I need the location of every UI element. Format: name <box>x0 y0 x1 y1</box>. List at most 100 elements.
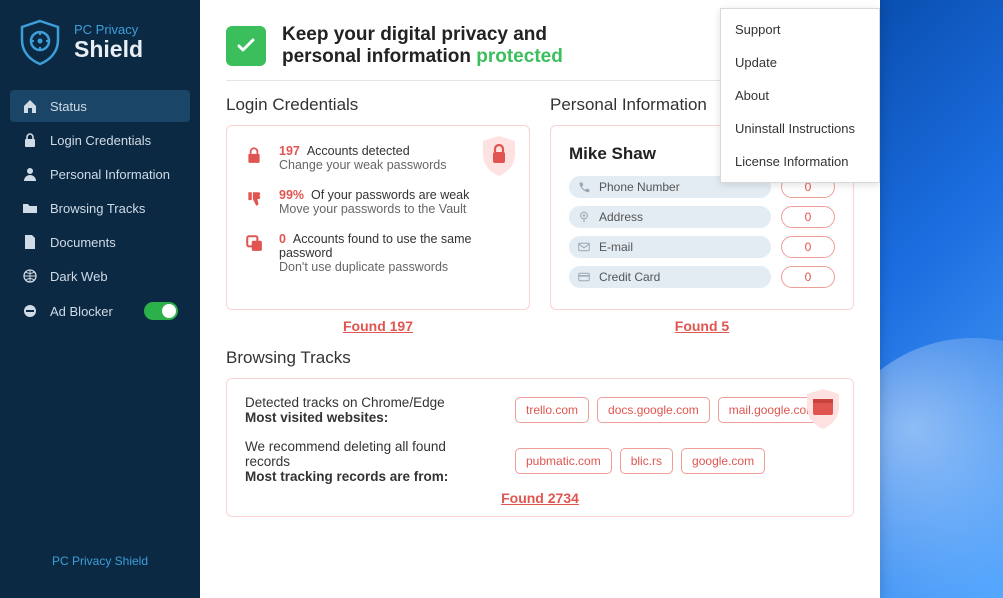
address-icon <box>577 210 591 224</box>
logo-text: PC Privacy Shield <box>74 23 143 61</box>
login-stat-text: 197 Accounts detected Change your weak p… <box>279 144 446 172</box>
personal-row-email: E-mail 0 <box>569 236 835 258</box>
ad-blocker-toggle[interactable] <box>144 302 178 320</box>
site-chip[interactable]: docs.google.com <box>597 397 710 423</box>
browsing-desc-line2: Most tracking records are from: <box>245 469 448 484</box>
personal-row-address: Address 0 <box>569 206 835 228</box>
browsing-row-visited: Detected tracks on Chrome/Edge Most visi… <box>245 395 835 425</box>
browsing-tracks-card: Detected tracks on Chrome/Edge Most visi… <box>226 378 854 517</box>
login-found-link[interactable]: Found 197 <box>226 318 530 334</box>
sidebar-item-personal-information[interactable]: Personal Information <box>10 158 190 190</box>
logo-line2: Shield <box>74 37 143 61</box>
login-stat-accounts: 197 Accounts detected Change your weak p… <box>245 144 511 172</box>
sidebar-item-status[interactable]: Status <box>10 90 190 122</box>
lock-shield-icon <box>479 134 519 178</box>
stat-count: 99% <box>279 188 304 202</box>
sidebar-item-label: Login Credentials <box>50 133 151 148</box>
site-chip[interactable]: pubmatic.com <box>515 448 612 474</box>
sidebar-item-label: Ad Blocker <box>50 304 113 319</box>
sidebar-item-login-credentials[interactable]: Login Credentials <box>10 124 190 156</box>
pi-count[interactable]: 0 <box>781 206 835 228</box>
login-stat-text: 99% Of your passwords are weak Move your… <box>279 188 469 216</box>
login-stat-text: 0 Accounts found to use the same passwor… <box>279 232 511 274</box>
pi-count[interactable]: 0 <box>781 236 835 258</box>
stat-headline: Of your passwords are weak <box>311 188 469 202</box>
duplicate-icon <box>245 234 265 257</box>
lock-icon <box>22 132 38 148</box>
personal-found-link[interactable]: Found 5 <box>550 318 854 334</box>
sidebar-item-ad-blocker[interactable]: Ad Blocker <box>10 294 190 328</box>
pi-label: Credit Card <box>569 266 771 288</box>
browsing-desc-line1: Detected tracks on Chrome/Edge <box>245 395 485 410</box>
pi-label: E-mail <box>569 236 771 258</box>
login-stat-duplicate: 0 Accounts found to use the same passwor… <box>245 232 511 274</box>
sidebar-footer: PC Privacy Shield <box>0 534 200 598</box>
login-credentials-card: 197 Accounts detected Change your weak p… <box>226 125 530 310</box>
desktop-wallpaper <box>880 0 1003 598</box>
sidebar-item-browsing-tracks[interactable]: Browsing Tracks <box>10 192 190 224</box>
site-chip[interactable]: blic.rs <box>620 448 673 474</box>
phone-icon <box>577 180 591 194</box>
header-line2a: personal information <box>282 46 476 67</box>
sidebar: PC Privacy Shield Status Login Credentia… <box>0 0 200 598</box>
thumbs-down-icon <box>245 190 265 213</box>
folder-icon <box>22 200 38 216</box>
stat-count: 197 <box>279 144 300 158</box>
card-icon <box>577 270 591 284</box>
site-chip[interactable]: trello.com <box>515 397 589 423</box>
dropdown-item-about[interactable]: About <box>721 79 879 112</box>
stat-headline: Accounts detected <box>307 144 410 158</box>
card-title: Login Credentials <box>226 95 530 115</box>
browsing-desc: Detected tracks on Chrome/Edge Most visi… <box>245 395 485 425</box>
personal-row-creditcard: Credit Card 0 <box>569 266 835 288</box>
sidebar-item-label: Documents <box>50 235 116 250</box>
browsing-desc: We recommend deleting all found records … <box>245 439 485 484</box>
pi-label: Address <box>569 206 771 228</box>
sidebar-item-dark-web[interactable]: Dark Web <box>10 260 190 292</box>
pi-label-text: E-mail <box>599 240 633 254</box>
header-line1: Keep your digital privacy and <box>282 24 547 45</box>
check-badge-icon <box>226 26 266 66</box>
browsing-found-link[interactable]: Found 2734 <box>245 490 835 506</box>
email-icon <box>577 240 591 254</box>
browsing-chips-tracking: pubmatic.com blic.rs google.com <box>515 439 765 484</box>
stat-sub: Change your weak passwords <box>279 158 446 172</box>
main-content: Keep your digital privacy and personal i… <box>200 0 880 598</box>
document-icon <box>22 234 38 250</box>
header-line2b: protected <box>476 46 563 67</box>
pi-label-text: Address <box>599 210 643 224</box>
login-credentials-section: Login Credentials 197 Accounts detected … <box>226 95 530 334</box>
browsing-desc-line1: We recommend deleting all found records <box>245 439 485 469</box>
web-icon <box>22 268 38 284</box>
sidebar-item-label: Status <box>50 99 87 114</box>
person-icon <box>22 166 38 182</box>
lock-icon <box>245 146 265 169</box>
site-chip[interactable]: google.com <box>681 448 765 474</box>
stat-headline: Accounts found to use the same password <box>279 232 472 260</box>
login-stat-weak: 99% Of your passwords are weak Move your… <box>245 188 511 216</box>
dropdown-item-license[interactable]: License Information <box>721 145 879 178</box>
browsing-chips-visited: trello.com docs.google.com mail.google.c… <box>515 395 827 425</box>
help-dropdown-menu: Support Update About Uninstall Instructi… <box>720 8 880 183</box>
card-title: Browsing Tracks <box>226 348 854 368</box>
pi-label-text: Phone Number <box>599 180 680 194</box>
logo-line1: PC Privacy <box>74 23 143 37</box>
app-logo: PC Privacy Shield <box>0 0 200 90</box>
stat-count: 0 <box>279 232 286 246</box>
shield-logo-icon <box>16 18 64 66</box>
sidebar-item-label: Dark Web <box>50 269 108 284</box>
app-window: PC Privacy Shield Status Login Credentia… <box>0 0 880 598</box>
dropdown-item-update[interactable]: Update <box>721 46 879 79</box>
stat-sub: Don't use duplicate passwords <box>279 260 511 274</box>
dropdown-item-uninstall[interactable]: Uninstall Instructions <box>721 112 879 145</box>
sidebar-item-label: Browsing Tracks <box>50 201 145 216</box>
browser-shield-icon <box>803 387 843 431</box>
pi-count[interactable]: 0 <box>781 266 835 288</box>
sidebar-item-label: Personal Information <box>50 167 170 182</box>
stat-sub: Move your passwords to the Vault <box>279 202 469 216</box>
browsing-tracks-section: Browsing Tracks Detected tracks on Chrom… <box>226 348 854 517</box>
dropdown-item-support[interactable]: Support <box>721 13 879 46</box>
pi-label-text: Credit Card <box>599 270 660 284</box>
page-title: Keep your digital privacy and personal i… <box>282 24 563 68</box>
sidebar-item-documents[interactable]: Documents <box>10 226 190 258</box>
